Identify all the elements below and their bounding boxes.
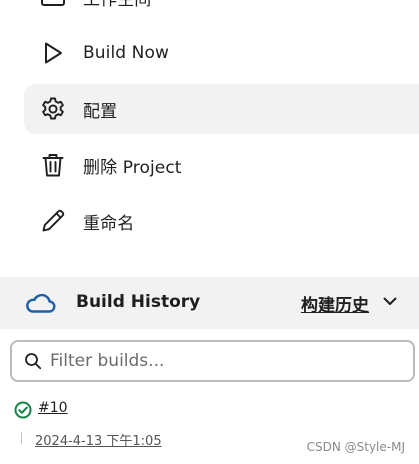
task-workspace-label: 工作空间 xyxy=(83,0,151,10)
task-rename[interactable]: 重命名 xyxy=(24,196,419,246)
play-icon xyxy=(40,40,66,66)
search-icon xyxy=(24,352,42,370)
task-configure-label: 配置 xyxy=(83,101,118,122)
chevron-down-icon[interactable] xyxy=(381,292,399,310)
filter-builds-input[interactable] xyxy=(50,346,400,376)
filter-builds-box xyxy=(10,340,415,382)
cloud-icon xyxy=(24,291,56,315)
task-rename-label: 重命名 xyxy=(83,213,135,234)
watermark: CSDN @Style-MJ xyxy=(306,440,405,454)
build-date-link[interactable]: 2024-4-13 下午1:05 xyxy=(35,430,162,449)
pencil-icon xyxy=(40,208,66,234)
build-timeline-divider xyxy=(21,432,22,444)
task-delete-project[interactable]: 删除 Project xyxy=(24,140,419,190)
build-history-title: Build History xyxy=(76,292,201,312)
task-workspace[interactable]: 工作空间 xyxy=(24,0,419,22)
trash-icon xyxy=(40,152,66,178)
build-history-trend-link[interactable]: 构建历史 xyxy=(301,291,369,316)
jenkins-project-page: 工作空间 Build Now 配置 xyxy=(0,0,419,464)
build-history-header: Build History 构建历史 xyxy=(0,277,419,329)
gear-icon xyxy=(40,96,66,122)
task-delete-project-label: 删除 Project xyxy=(83,157,182,178)
build-number-link[interactable]: #10 xyxy=(38,400,68,416)
folder-icon xyxy=(40,0,66,10)
success-check-icon xyxy=(14,401,32,419)
task-build-now-label: Build Now xyxy=(83,43,169,63)
task-menu: 工作空间 Build Now 配置 xyxy=(0,0,419,252)
task-configure[interactable]: 配置 xyxy=(24,84,419,134)
task-build-now[interactable]: Build Now xyxy=(24,28,419,78)
